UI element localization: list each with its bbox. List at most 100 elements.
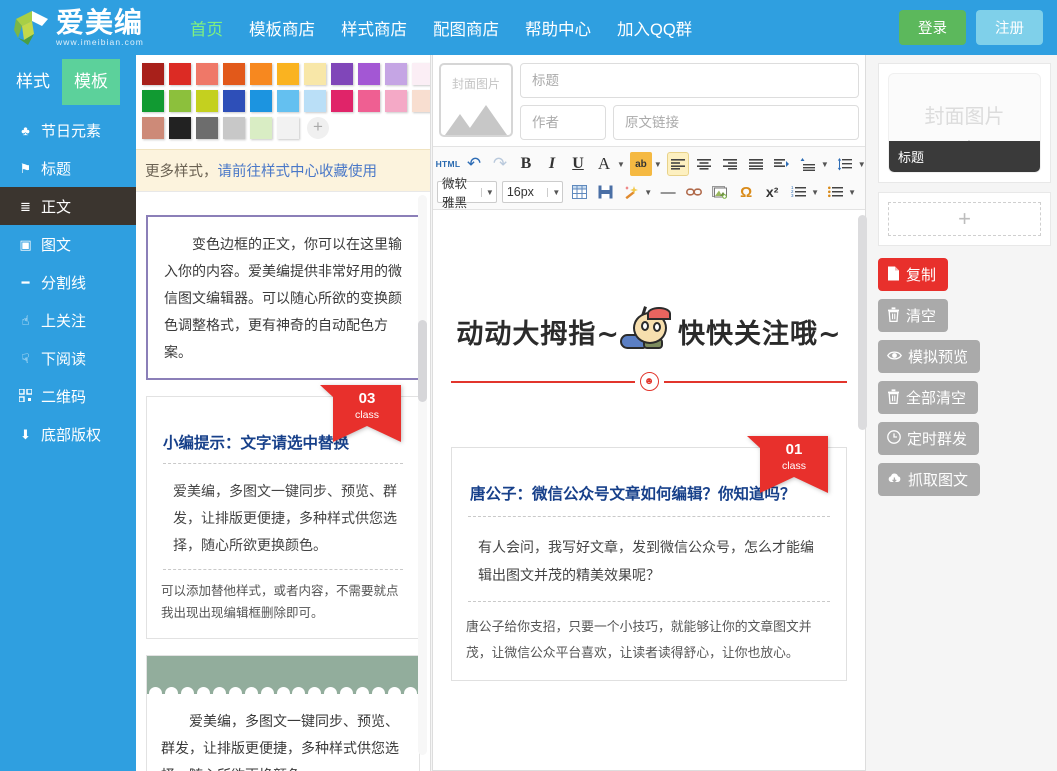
nav-item-help-center[interactable]: 帮助中心 (525, 16, 591, 40)
highlight-color-icon[interactable]: ab (629, 152, 652, 176)
color-swatch[interactable] (412, 63, 430, 85)
chevron-down-icon[interactable]: ▼ (848, 188, 856, 197)
redo-icon[interactable]: ↷ (489, 152, 511, 176)
insert-image-icon[interactable] (709, 180, 731, 204)
nav-item-template-store[interactable]: 模板商店 (249, 16, 315, 40)
color-swatch[interactable] (223, 63, 245, 85)
scheduled-send-button[interactable]: 定时群发 (878, 422, 980, 455)
align-right-icon[interactable] (719, 152, 741, 176)
font-family-select[interactable]: 微软雅黑 ▼ (437, 177, 497, 210)
sidebar-item-follow-top[interactable]: ☝ 上关注 (0, 301, 136, 339)
register-button[interactable]: 注册 (976, 10, 1043, 45)
bold-icon[interactable]: B (515, 152, 537, 176)
author-input[interactable] (520, 105, 606, 140)
color-swatch[interactable] (358, 63, 380, 85)
add-color-button[interactable]: + (307, 117, 329, 139)
logo[interactable]: 爱美编 www.imeibian.com (12, 8, 172, 48)
simulate-preview-button[interactable]: 模拟预览 (878, 340, 981, 373)
font-color-icon[interactable]: A (593, 152, 615, 176)
underline-icon[interactable]: U (567, 152, 589, 176)
special-character-icon[interactable]: Ω (735, 180, 757, 204)
sidebar-item-footer-copyright[interactable]: ⬇ 底部版权 (0, 415, 136, 453)
clear-all-button[interactable]: 全部清空 (878, 381, 979, 414)
magic-wand-icon[interactable] (620, 180, 642, 204)
chevron-down-icon[interactable]: ▼ (811, 188, 819, 197)
color-swatch[interactable] (304, 63, 326, 85)
tab-styles[interactable]: 样式 (4, 59, 62, 105)
tab-templates[interactable]: 模板 (62, 59, 120, 105)
add-article-button[interactable]: + (888, 202, 1041, 236)
cover-preview-image[interactable]: 封面图片 标题 (888, 73, 1041, 173)
ordered-list-icon[interactable]: 123 (787, 180, 809, 204)
decorative-divider[interactable]: ☻ (451, 372, 847, 391)
color-swatch[interactable] (358, 90, 380, 112)
align-center-icon[interactable] (693, 152, 715, 176)
color-swatch[interactable] (196, 63, 218, 85)
sidebar-item-qrcode[interactable]: 二维码 (0, 377, 136, 415)
align-justify-icon[interactable] (745, 152, 767, 176)
sidebar-item-read-bottom[interactable]: ☟ 下阅读 (0, 339, 136, 377)
source-link-input[interactable] (613, 105, 859, 140)
style-panel-scrollbar-track[interactable] (418, 195, 427, 755)
chevron-down-icon[interactable]: ▼ (858, 160, 866, 169)
font-size-select[interactable]: 16px ▼ (501, 181, 564, 203)
color-swatch[interactable] (277, 117, 299, 139)
color-swatch[interactable] (223, 117, 245, 139)
line-height-icon[interactable] (797, 152, 819, 176)
color-swatch[interactable] (412, 90, 430, 112)
nav-item-home[interactable]: 首页 (190, 16, 223, 40)
editor-scrollbar-thumb[interactable] (858, 215, 867, 430)
italic-icon[interactable]: I (541, 152, 563, 176)
indent-icon[interactable] (771, 152, 793, 176)
insert-table-icon[interactable] (568, 180, 590, 204)
color-swatch[interactable] (250, 117, 272, 139)
cover-preview-card[interactable]: 封面图片 标题 (878, 63, 1051, 183)
style-panel-scrollbar-thumb[interactable] (418, 320, 427, 402)
article-card[interactable]: 01 class 唐公子：微信公众号文章如何编辑？你知道吗？ 有人会问，我写好文… (451, 436, 847, 681)
unordered-list-icon[interactable] (824, 180, 846, 204)
color-swatch[interactable] (331, 90, 353, 112)
copy-button[interactable]: 复制 (878, 258, 949, 291)
color-swatch[interactable] (169, 63, 191, 85)
title-input[interactable] (520, 63, 859, 98)
color-swatch[interactable] (196, 90, 218, 112)
color-swatch[interactable] (277, 90, 299, 112)
horizontal-rule-icon[interactable]: — (657, 180, 679, 204)
editor-canvas[interactable]: 动动大拇指~ 快快关注哦~ ☻ 01 class 唐公子：微信公众号文章如何编辑… (433, 268, 865, 770)
chevron-down-icon[interactable]: ▼ (644, 188, 652, 197)
color-swatch[interactable] (385, 63, 407, 85)
fetch-article-button[interactable]: 抓取图文 (878, 463, 981, 496)
nav-item-join-qq[interactable]: 加入QQ群 (617, 16, 692, 40)
color-swatch[interactable] (385, 90, 407, 112)
color-swatch[interactable] (169, 117, 191, 139)
color-swatch[interactable] (250, 90, 272, 112)
sidebar-item-image-text[interactable]: ▣ 图文 (0, 225, 136, 263)
color-swatch[interactable] (142, 90, 164, 112)
paragraph-spacing-icon[interactable] (834, 152, 856, 176)
style-center-link[interactable]: 请前往样式中心收藏使用 (218, 164, 378, 180)
color-swatch[interactable] (169, 90, 191, 112)
chevron-down-icon[interactable]: ▼ (617, 160, 625, 169)
color-swatch[interactable] (142, 117, 164, 139)
style-card-scallop[interactable]: 爱美编，多图文一键同步、预览、群发，让排版更便捷，多种样式供您选择，随心所欲更换… (146, 655, 420, 771)
nav-item-style-store[interactable]: 样式商店 (341, 16, 407, 40)
color-swatch[interactable] (142, 63, 164, 85)
color-swatch[interactable] (196, 117, 218, 139)
color-swatch[interactable] (304, 90, 326, 112)
sidebar-item-divider[interactable]: ━ 分割线 (0, 263, 136, 301)
sidebar-item-body-text[interactable]: ≣ 正文 (0, 187, 136, 225)
chevron-down-icon[interactable]: ▼ (654, 160, 662, 169)
follow-banner[interactable]: 动动大拇指~ 快快关注哦~ (451, 306, 847, 354)
nav-item-image-store[interactable]: 配图商店 (433, 16, 499, 40)
sidebar-item-title[interactable]: ⚑ 标题 (0, 149, 136, 187)
color-swatch[interactable] (250, 63, 272, 85)
color-swatch[interactable] (331, 63, 353, 85)
style-card-tip[interactable]: 03 class 小编提示：文字请选中替换 爱美编，多图文一键同步、预览、群发，… (146, 385, 420, 639)
insert-video-icon[interactable] (594, 180, 616, 204)
style-card-colored-border[interactable]: 变色边框的正文，你可以在这里输入你的内容。爱美编提供非常好用的微信图文编辑器。可… (146, 215, 420, 380)
login-button[interactable]: 登录 (899, 10, 966, 45)
cover-image-upload[interactable]: 封面图片 (439, 63, 513, 137)
superscript-icon[interactable]: x² (761, 180, 783, 204)
sidebar-item-holiday-elements[interactable]: ♣ 节日元素 (0, 111, 136, 149)
add-article-card[interactable]: + (878, 192, 1051, 246)
